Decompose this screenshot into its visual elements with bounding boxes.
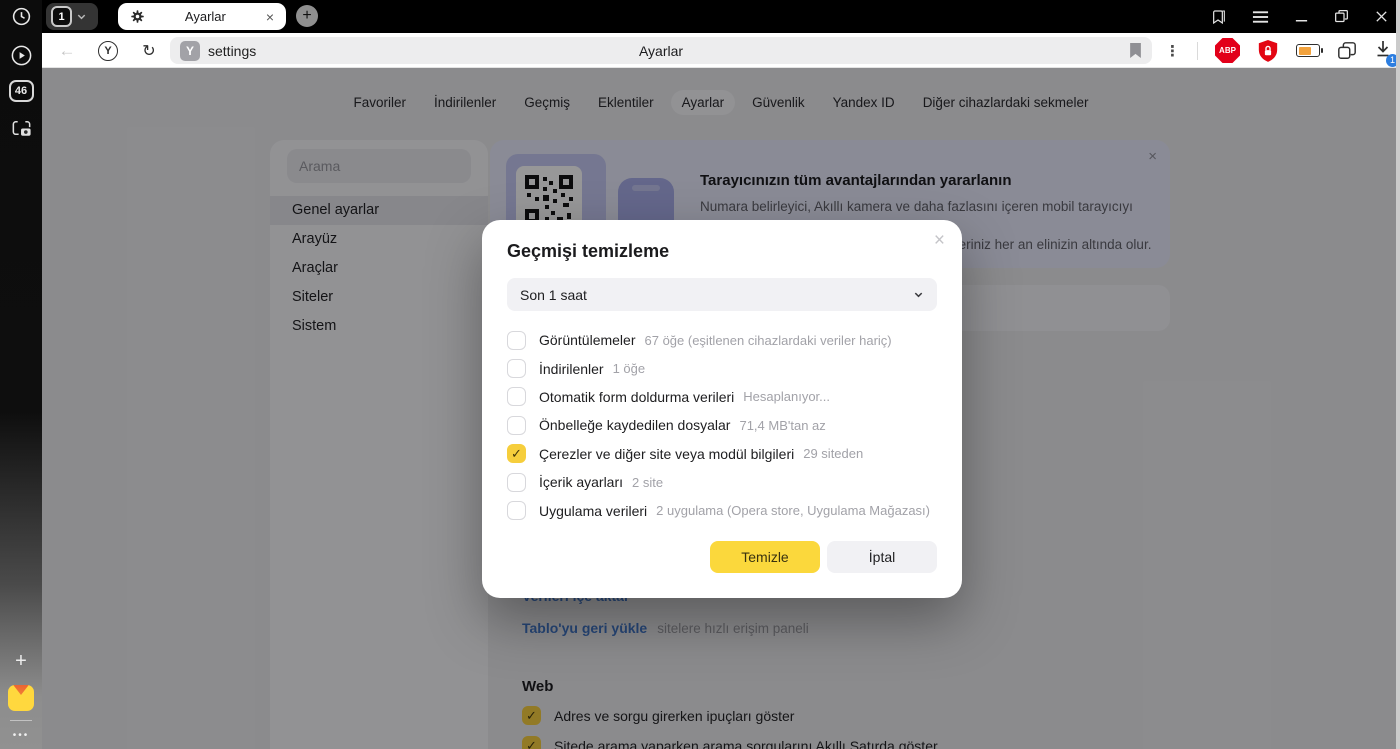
restore-window-icon[interactable] xyxy=(1334,9,1349,24)
option-row-cerezler[interactable]: Çerezler ve diğer site veya modül bilgil… xyxy=(507,440,937,468)
chevron-down-icon xyxy=(76,11,87,22)
checkbox[interactable] xyxy=(507,501,526,520)
tab-close-icon[interactable]: × xyxy=(266,10,274,24)
battery-saver-icon[interactable] xyxy=(1296,44,1320,57)
downloads-icon[interactable]: 1 xyxy=(1374,39,1392,63)
checkbox[interactable] xyxy=(507,331,526,350)
window-edge xyxy=(1396,0,1400,749)
option-row-indirilenler[interactable]: İndirilenler 1 öğe xyxy=(507,354,937,382)
yandex-mail-icon[interactable] xyxy=(0,685,42,711)
new-tab-button[interactable]: + xyxy=(296,5,318,27)
dialog-title: Geçmişi temizleme xyxy=(507,241,669,262)
yandex-browser-icon[interactable]: Y xyxy=(97,33,119,68)
cancel-button[interactable]: İptal xyxy=(827,541,937,573)
settings-page: Favoriler İndirilenler Geçmiş Eklentiler… xyxy=(42,68,1400,749)
toolbar-divider xyxy=(1197,42,1198,60)
tab-count-badge: 1 xyxy=(51,6,72,27)
play-media-icon[interactable] xyxy=(0,44,42,67)
shared-tabs-icon[interactable] xyxy=(1337,41,1357,61)
option-row-goruntulemeler[interactable]: Görüntülemeler 67 öğe (eşitlenen cihazla… xyxy=(507,326,937,354)
url-text: settings xyxy=(208,43,256,59)
time-range-value: Son 1 saat xyxy=(520,287,913,303)
tab-title: Ayarlar xyxy=(145,9,266,24)
browser-toolbar: ← Y ↻ Y settings Ayarlar ⋮ ABP xyxy=(42,33,1400,68)
checkbox[interactable] xyxy=(507,387,526,406)
sidebar-more-icon[interactable]: ••• xyxy=(0,730,42,741)
adblock-abp-extension-icon[interactable]: ABP xyxy=(1215,38,1240,63)
browser-window: 46 + ••• 1 xyxy=(0,0,1400,749)
left-sidebar-strip: 46 + ••• xyxy=(0,0,42,749)
page-title: Ayarlar xyxy=(170,43,1152,59)
site-favicon: Y xyxy=(180,41,200,61)
active-tab[interactable]: Ayarlar × xyxy=(118,3,286,30)
bookmark-flag-icon[interactable] xyxy=(1129,43,1142,63)
refresh-icon[interactable]: ↻ xyxy=(138,33,160,68)
clear-history-options: Görüntülemeler 67 öğe (eşitlenen cihazla… xyxy=(507,326,937,525)
history-clock-icon[interactable] xyxy=(0,6,42,27)
sidebar-add-icon[interactable]: + xyxy=(0,650,42,673)
dialog-close-icon[interactable]: × xyxy=(934,230,945,252)
minimize-icon[interactable] xyxy=(1294,10,1309,24)
protect-shield-icon[interactable] xyxy=(1257,39,1279,63)
checkbox[interactable] xyxy=(507,473,526,492)
time-range-select[interactable]: Son 1 saat xyxy=(507,278,937,311)
checkbox[interactable] xyxy=(507,444,526,463)
option-row-uygulama-verileri[interactable]: Uygulama verileri 2 uygulama (Opera stor… xyxy=(507,496,937,524)
back-arrow-icon[interactable]: ← xyxy=(56,33,78,68)
settings-gear-icon xyxy=(130,9,145,24)
toolbar-more-icon[interactable]: ⋮ xyxy=(1165,42,1180,60)
chevron-down-icon xyxy=(913,289,924,300)
option-row-onbellek[interactable]: Önbelleğe kaydedilen dosyalar 71,4 MB'ta… xyxy=(507,411,937,439)
bookmarks-panel-icon[interactable] xyxy=(1211,9,1227,25)
checkbox[interactable] xyxy=(507,359,526,378)
close-window-icon[interactable] xyxy=(1374,9,1389,24)
tab-bar: 1 Ayarlar × + xyxy=(42,0,1400,33)
tab-counter-group[interactable]: 1 xyxy=(46,3,98,30)
sidebar-divider xyxy=(0,720,42,721)
screenshot-camera-icon[interactable] xyxy=(0,117,42,140)
clear-button[interactable]: Temizle xyxy=(710,541,820,573)
menu-hamburger-icon[interactable] xyxy=(1252,10,1269,24)
option-row-form-verileri[interactable]: Otomatik form doldurma verileri Hesaplan… xyxy=(507,383,937,411)
address-bar[interactable]: Y settings Ayarlar xyxy=(170,37,1152,64)
checkbox[interactable] xyxy=(507,416,526,435)
option-row-icerik-ayarlari[interactable]: İçerik ayarları 2 site xyxy=(507,468,937,496)
tabs-count-badge[interactable]: 46 xyxy=(0,80,42,102)
clear-history-dialog: × Geçmişi temizleme Son 1 saat Görüntüle… xyxy=(482,220,962,598)
